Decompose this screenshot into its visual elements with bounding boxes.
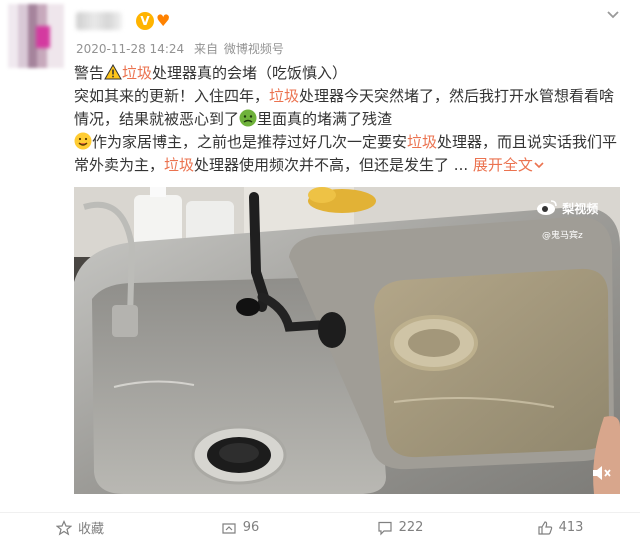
chevron-down-icon <box>534 162 544 169</box>
like-button[interactable]: 413 <box>480 520 640 536</box>
chevron-down-icon[interactable] <box>600 2 626 28</box>
post-text: 警告 垃圾处理器真的会堵（吃饭慎入） 突如其来的更新！入住四年，垃圾处理器今天突然… <box>74 62 624 177</box>
expand-full-text-link[interactable]: 展开全文 <box>473 156 545 174</box>
repost-icon <box>222 522 236 534</box>
favorite-button[interactable]: 收藏 <box>0 518 160 537</box>
expand-label: 展开全文 <box>472 156 533 174</box>
favorite-label: 收藏 <box>77 522 104 537</box>
post-meta: 2020-11-28 14:24 来自 微博视频号 <box>76 40 290 57</box>
nauseated-face-icon <box>239 109 257 127</box>
post-source[interactable]: 微博视频号 <box>224 42 284 56</box>
star-icon <box>55 519 72 536</box>
post-paragraph-3: 作为家居博主，之前也是推荐过好几次一定要安垃圾处理器，而且说实话我们平常外卖为主… <box>74 131 624 177</box>
p2-a: 突如其来的更新！入住四年， <box>74 87 270 105</box>
repost-button[interactable]: 96 <box>160 520 320 536</box>
line1-prefix: 警告 <box>74 64 105 82</box>
keyword-link[interactable]: 垃圾 <box>269 87 299 105</box>
source-prefix: 来自 <box>193 42 218 56</box>
username[interactable] <box>76 12 122 30</box>
thumbs-up-icon <box>537 520 552 535</box>
weibo-logo-icon <box>537 200 557 215</box>
repost-count: 96 <box>242 520 260 535</box>
keyword-link[interactable]: 垃圾 <box>164 156 194 174</box>
post-line-1: 警告 垃圾处理器真的会堵（吃饭慎入） <box>74 62 624 85</box>
comment-count: 222 <box>398 520 424 535</box>
p3-c: 处理器使用频次并不高，但还是发生了 ... <box>194 156 469 174</box>
verified-badge-icon: V <box>136 12 154 30</box>
post-paragraph-2: 突如其来的更新！入住四年，垃圾处理器今天突然堵了，然后我打开水管想看看啥情况，结… <box>74 85 624 131</box>
comment-button[interactable]: 222 <box>320 520 480 536</box>
heart-badge-icon: ♥ <box>156 11 171 30</box>
action-bar: 收藏 96 222 413 <box>0 512 640 542</box>
watermark-author: @鬼马宾z <box>542 231 583 241</box>
watermark-text: 梨视频 <box>562 202 599 216</box>
post-timestamp[interactable]: 2020-11-28 14:24 <box>76 42 184 56</box>
keyword-link[interactable]: 垃圾 <box>122 64 152 82</box>
p3-a: 作为家居博主，之前也是推荐过好几次一定要安 <box>92 133 408 151</box>
like-count: 413 <box>558 520 584 535</box>
warning-icon <box>104 64 122 80</box>
avatar[interactable] <box>8 4 64 68</box>
mute-icon[interactable] <box>590 462 612 484</box>
smile-emoji-icon <box>74 132 92 150</box>
keyword-link[interactable]: 垃圾 <box>407 133 437 151</box>
comment-icon <box>377 521 392 535</box>
line1-rest: 处理器真的会堵（吃饭慎入） <box>152 64 348 82</box>
p2-c: 里面真的堵满了残渣 <box>257 110 393 128</box>
